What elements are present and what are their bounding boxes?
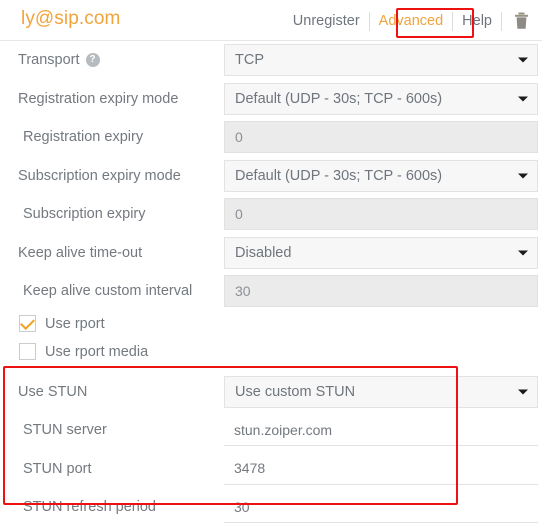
stun-port-input-wrapper[interactable]: 3478: [224, 452, 538, 485]
row-use-stun: Use STUN Use custom STUN: [0, 373, 542, 412]
help-icon[interactable]: ?: [85, 53, 100, 68]
row-subscription-expiry-mode: Subscription expiry mode Default (UDP - …: [0, 157, 542, 196]
row-keep-alive-custom-interval: Keep alive custom interval 30: [0, 272, 542, 311]
label-stun-refresh-period: STUN refresh period: [23, 499, 156, 516]
trash-icon: [515, 12, 528, 29]
row-stun-port: STUN port 3478: [0, 450, 542, 489]
advanced-button[interactable]: Advanced: [370, 11, 453, 31]
label-transport-text: Transport: [18, 52, 80, 69]
unregister-button[interactable]: Unregister: [284, 11, 369, 31]
keep-alive-timeout-value: Disabled: [235, 244, 292, 261]
use-rport-media-checkbox[interactable]: [19, 343, 36, 360]
label-keep-alive-timeout: Keep alive time-out: [18, 244, 143, 261]
subscription-expiry-input: 0: [224, 198, 538, 231]
row-subscription-expiry: Subscription expiry 0: [0, 195, 542, 234]
label-subscription-expiry: Subscription expiry: [23, 206, 146, 223]
label-registration-expiry-mode: Registration expiry mode: [18, 90, 179, 107]
registration-expiry-mode-select[interactable]: Default (UDP - 30s; TCP - 600s): [224, 82, 538, 115]
subscription-expiry-mode-select-wrapper[interactable]: Default (UDP - 30s; TCP - 600s): [224, 159, 538, 192]
keep-alive-timeout-select[interactable]: Disabled: [224, 236, 538, 269]
chevron-down-icon: [518, 250, 528, 256]
row-registration-expiry: Registration expiry 0: [0, 118, 542, 157]
advanced-settings-form: Transport ? TCP Registration expiry mode…: [0, 41, 542, 527]
row-use-rport-media[interactable]: Use rport media: [0, 339, 542, 365]
transport-select-wrapper[interactable]: TCP: [224, 44, 538, 77]
chevron-down-icon: [518, 96, 528, 102]
checkmark-icon: [20, 314, 35, 330]
help-button[interactable]: Help: [453, 11, 501, 31]
stun-port-input[interactable]: 3478: [224, 452, 538, 485]
stun-server-input[interactable]: stun.zoiper.com: [224, 414, 538, 447]
label-use-stun: Use STUN: [18, 383, 88, 400]
transport-select[interactable]: TCP: [224, 44, 538, 77]
registration-expiry-input: 0: [224, 121, 538, 154]
use-stun-value: Use custom STUN: [235, 383, 356, 400]
subscription-expiry-input-wrapper: 0: [224, 198, 538, 231]
row-use-rport[interactable]: Use rport: [0, 311, 542, 337]
subscription-expiry-mode-value: Default (UDP - 30s; TCP - 600s): [235, 167, 443, 184]
use-stun-select[interactable]: Use custom STUN: [224, 375, 538, 408]
row-stun-refresh-period: STUN refresh period 30: [0, 488, 542, 527]
header-actions: Unregister Advanced Help: [284, 10, 542, 32]
row-stun-server: STUN server stun.zoiper.com: [0, 411, 542, 450]
keep-alive-custom-interval-input: 30: [224, 275, 538, 308]
row-registration-expiry-mode: Registration expiry mode Default (UDP - …: [0, 80, 542, 119]
row-transport: Transport ? TCP: [0, 41, 542, 80]
use-rport-checkbox[interactable]: [19, 314, 36, 332]
keep-alive-timeout-select-wrapper[interactable]: Disabled: [224, 236, 538, 269]
account-header: ly@sip.com Unregister Advanced Help: [0, 0, 542, 40]
stun-refresh-period-input[interactable]: 30: [224, 491, 538, 524]
registration-expiry-mode-select-wrapper[interactable]: Default (UDP - 30s; TCP - 600s): [224, 82, 538, 115]
chevron-down-icon: [518, 389, 528, 395]
label-registration-expiry: Registration expiry: [23, 129, 144, 146]
label-stun-port: STUN port: [23, 460, 92, 477]
registration-expiry-mode-value: Default (UDP - 30s; TCP - 600s): [235, 90, 443, 107]
chevron-down-icon: [518, 173, 528, 179]
stun-server-input-wrapper[interactable]: stun.zoiper.com: [224, 414, 538, 447]
page-title: ly@sip.com: [21, 8, 121, 29]
label-transport: Transport ?: [18, 52, 100, 68]
label-subscription-expiry-mode: Subscription expiry mode: [18, 167, 181, 184]
stun-refresh-period-input-wrapper[interactable]: 30: [224, 491, 538, 524]
delete-account-button[interactable]: [502, 10, 542, 32]
row-keep-alive-timeout: Keep alive time-out Disabled: [0, 234, 542, 273]
label-keep-alive-custom-interval: Keep alive custom interval: [23, 283, 193, 300]
registration-expiry-input-wrapper: 0: [224, 121, 538, 154]
keep-alive-custom-interval-input-wrapper: 30: [224, 275, 538, 308]
label-use-rport-media: Use rport media: [45, 343, 149, 360]
chevron-down-icon: [518, 57, 528, 63]
label-stun-server: STUN server: [23, 422, 107, 439]
use-stun-select-wrapper[interactable]: Use custom STUN: [224, 375, 538, 408]
label-use-rport: Use rport: [45, 315, 105, 332]
subscription-expiry-mode-select[interactable]: Default (UDP - 30s; TCP - 600s): [224, 159, 538, 192]
transport-select-value: TCP: [235, 52, 264, 69]
